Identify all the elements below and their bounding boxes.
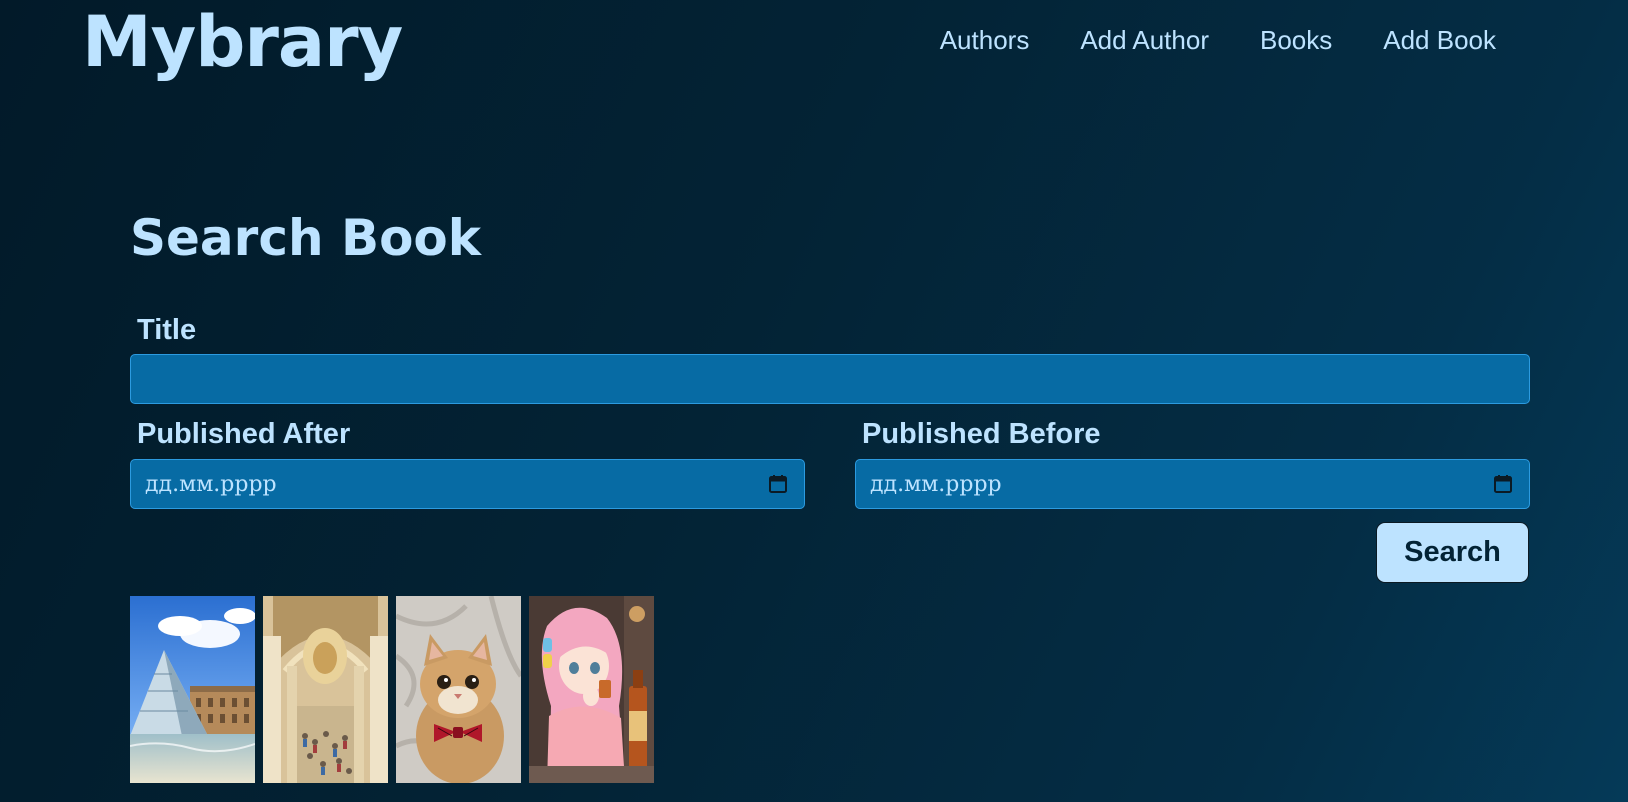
published-after-placeholder: дд.мм.рррр [145,472,277,497]
nav-add-author[interactable]: Add Author [1080,22,1209,58]
search-button[interactable]: Search [1376,522,1529,583]
book-link[interactable] [130,596,255,783]
title-field[interactable] [130,354,1530,404]
calendar-icon[interactable] [1493,474,1513,494]
published-before-label: Published Before [862,418,1101,450]
nav-authors[interactable]: Authors [940,22,1030,58]
main-nav: Authors Add Author Books Add Book [940,22,1496,58]
book-link[interactable] [529,596,654,783]
title-label: Title [137,314,197,346]
louvre-pyramid-cover [130,596,255,783]
brand-logo[interactable]: Mybrary [82,2,403,82]
published-before-placeholder: дд.мм.рррр [870,472,1002,497]
published-after-field[interactable]: дд.мм.рррр [130,459,805,509]
nav-add-book[interactable]: Add Book [1383,22,1496,58]
published-after-label: Published After [137,418,351,450]
cat-bowtie-cover [396,596,521,783]
nav-books[interactable]: Books [1260,22,1332,58]
anime-girl-cover [529,596,654,783]
book-link[interactable] [396,596,521,783]
book-link[interactable] [263,596,388,783]
page-title: Search Book [130,209,482,267]
calendar-icon[interactable] [768,474,788,494]
book-results [130,596,654,783]
gallery-hall-cover [263,596,388,783]
title-input[interactable] [131,355,1529,403]
published-before-field[interactable]: дд.мм.рррр [855,459,1530,509]
